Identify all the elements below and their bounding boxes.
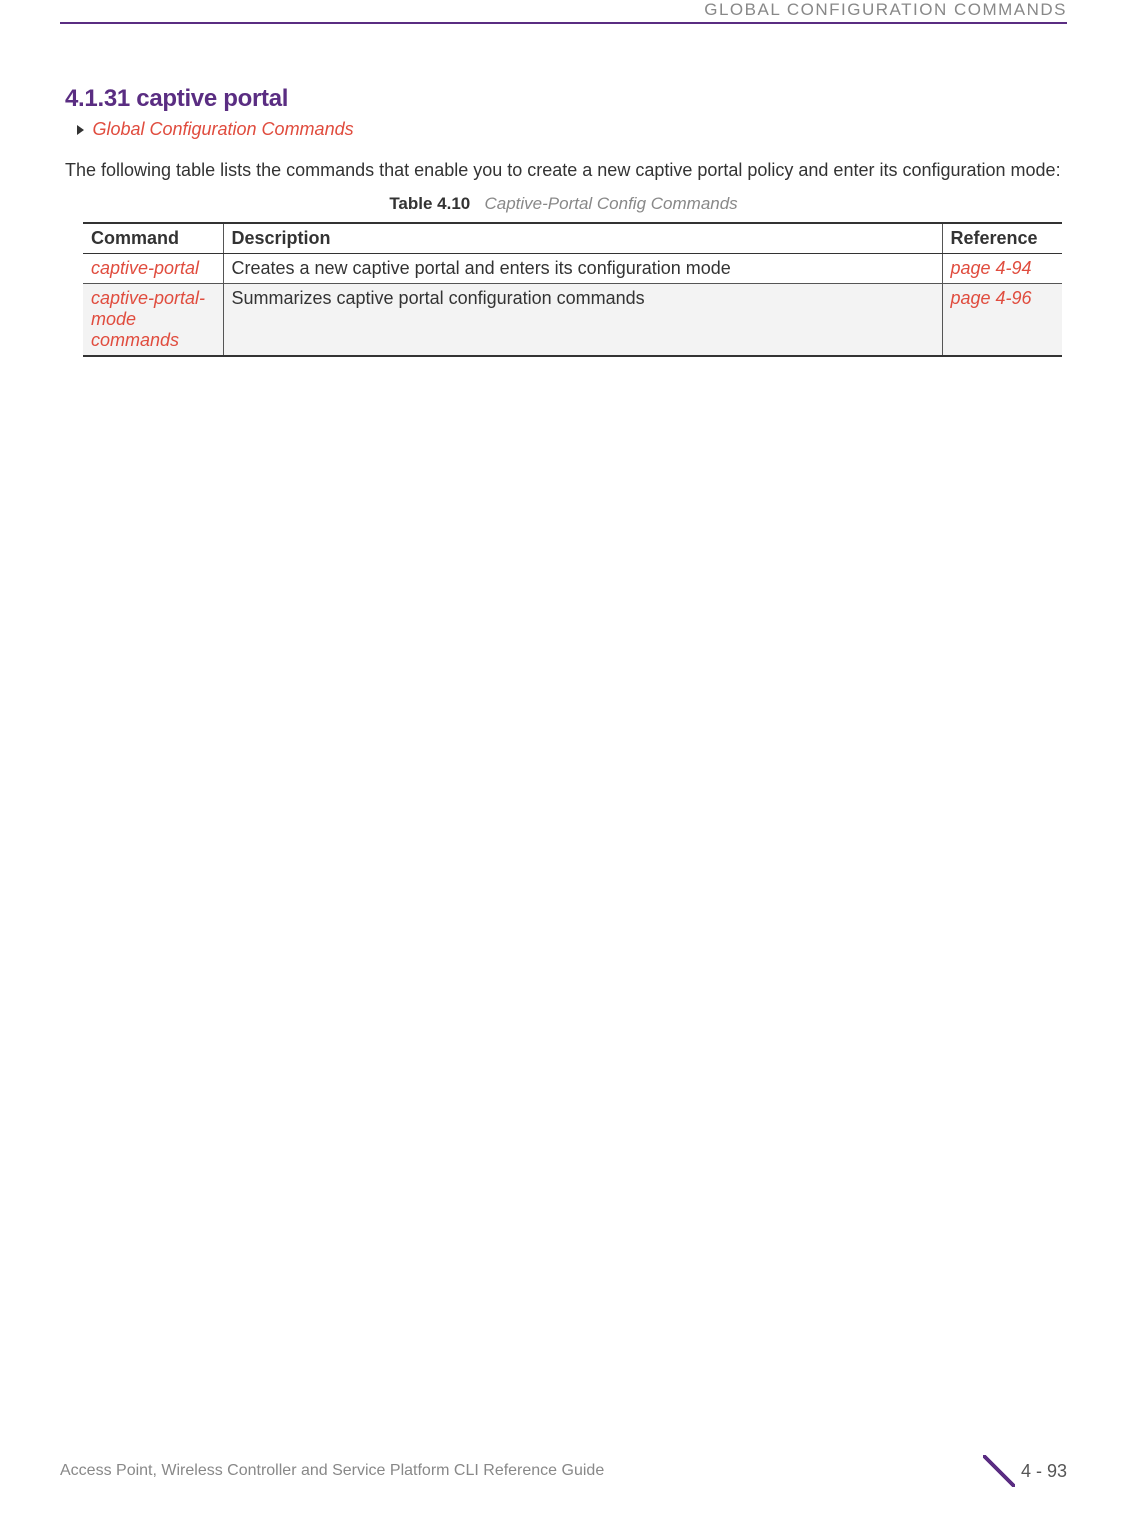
- table-caption-label: Table 4.10: [389, 194, 470, 213]
- breadcrumb-link[interactable]: Global Configuration Commands: [92, 119, 353, 139]
- table-caption: Table 4.10 Captive-Portal Config Command…: [65, 194, 1062, 214]
- arrow-right-icon: [77, 125, 84, 135]
- table-header-row: Command Description Reference: [83, 223, 1062, 254]
- cell-reference: page 4-96: [942, 284, 1062, 357]
- breadcrumb: Global Configuration Commands: [65, 119, 1062, 140]
- page-content: 4.1.31 captive portal Global Configurati…: [65, 85, 1062, 357]
- command-link[interactable]: captive-portal-mode commands: [91, 288, 205, 350]
- cell-description: Creates a new captive portal and enters …: [223, 254, 942, 284]
- cell-description: Summarizes captive portal configuration …: [223, 284, 942, 357]
- cell-reference: page 4-94: [942, 254, 1062, 284]
- th-command: Command: [83, 223, 223, 254]
- th-reference: Reference: [942, 223, 1062, 254]
- commands-table: Command Description Reference captive-po…: [83, 222, 1062, 357]
- slash-icon: [983, 1455, 1015, 1487]
- cell-command: captive-portal: [83, 254, 223, 284]
- th-description: Description: [223, 223, 942, 254]
- cell-command: captive-portal-mode commands: [83, 284, 223, 357]
- reference-link[interactable]: page 4-96: [951, 288, 1032, 308]
- command-link[interactable]: captive-portal: [91, 258, 199, 278]
- intro-paragraph: The following table lists the commands t…: [65, 158, 1062, 182]
- running-head: GLOBAL CONFIGURATION COMMANDS: [704, 0, 1067, 20]
- footer-guide-title: Access Point, Wireless Controller and Se…: [60, 1462, 604, 1480]
- table-row: captive-portal Creates a new captive por…: [83, 254, 1062, 284]
- reference-link[interactable]: page 4-94: [951, 258, 1032, 278]
- table-caption-title: Captive-Portal Config Commands: [484, 194, 737, 213]
- footer-page-number: 4 - 93: [1021, 1461, 1067, 1482]
- header-rule: [60, 22, 1067, 24]
- section-heading: 4.1.31 captive portal: [65, 85, 1062, 113]
- page-footer: Access Point, Wireless Controller and Se…: [60, 1455, 1067, 1487]
- table-row: captive-portal-mode commands Summarizes …: [83, 284, 1062, 357]
- footer-page-block: 4 - 93: [983, 1455, 1067, 1487]
